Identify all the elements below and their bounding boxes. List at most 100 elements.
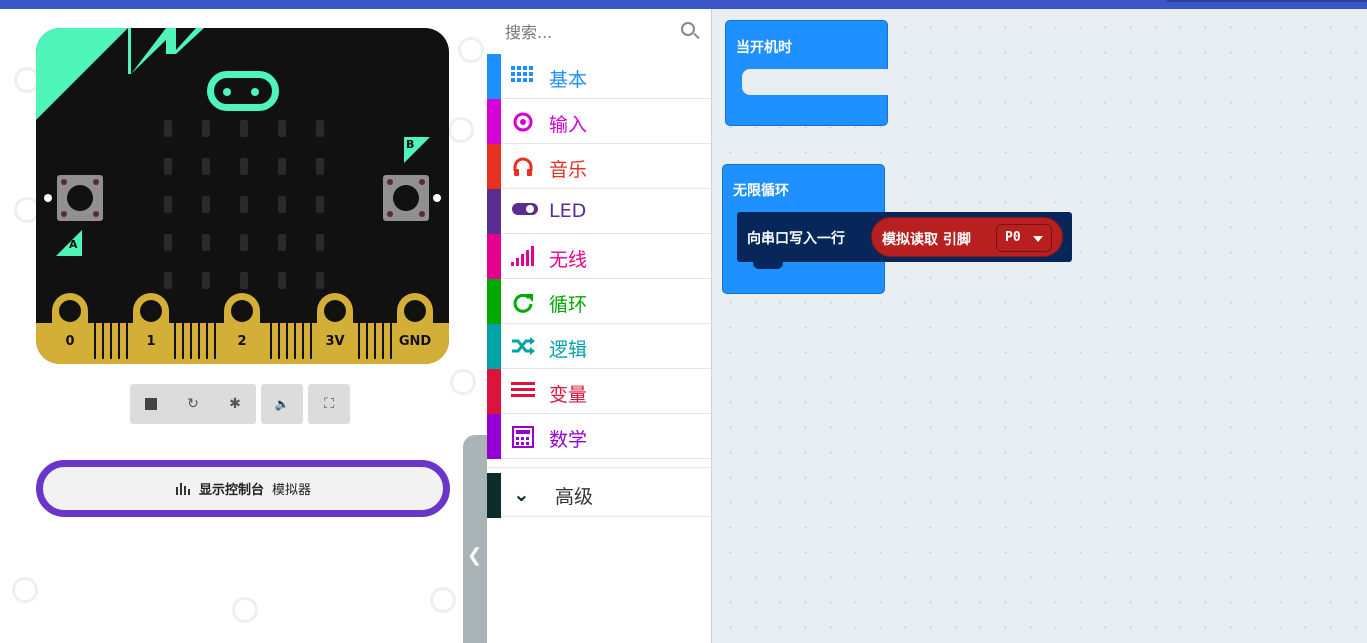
connector-finger — [374, 323, 376, 359]
pin-dropdown[interactable]: P0 — [996, 224, 1052, 252]
toolbox-advanced[interactable]: ⌄ 高级 — [487, 467, 711, 518]
category-label: 无线 — [549, 249, 588, 271]
led-pixel[interactable] — [316, 158, 324, 175]
led-pixel[interactable] — [278, 120, 286, 137]
connector-finger — [310, 323, 312, 359]
category-color-bar — [487, 54, 501, 99]
mute-button[interactable]: 🔈 — [261, 384, 303, 424]
fullscreen-group: ⛶ — [308, 384, 350, 424]
pin-label: 2 — [237, 334, 247, 349]
connector-finger — [294, 323, 296, 359]
connector-finger — [286, 323, 288, 359]
button-a[interactable] — [57, 175, 103, 221]
category-color-bar — [487, 99, 501, 144]
category-label: 变量 — [549, 384, 588, 406]
category-label: LED — [549, 200, 587, 222]
edge-dot — [44, 194, 52, 202]
led-pixel[interactable] — [202, 272, 210, 289]
fullscreen-button[interactable]: ⛶ — [308, 384, 350, 424]
toolbox-category-3[interactable]: 音乐 — [487, 144, 711, 189]
fullscreen-icon: ⛶ — [324, 396, 334, 412]
top-bar-accent — [1167, 0, 1367, 2]
connector-finger — [118, 323, 120, 359]
simulator-pane: A B 0 1 2 3V GND ↻ ✱ 🔈 ⛶ 显示控制台 模拟器 — [0, 9, 487, 643]
led-pixel[interactable] — [278, 196, 286, 213]
toolbox-category-5[interactable]: 无线 — [487, 234, 711, 279]
show-console-button[interactable]: 显示控制台 模拟器 — [36, 460, 450, 517]
connector-finger — [214, 323, 216, 359]
led-pixel[interactable] — [316, 120, 324, 137]
stop-icon — [145, 398, 157, 410]
grid-icon — [511, 66, 535, 88]
led-pixel[interactable] — [316, 196, 324, 213]
led-pixel[interactable] — [164, 234, 172, 251]
category-label: 逻辑 — [549, 339, 588, 361]
calculator-icon — [511, 426, 535, 448]
category-label: 输入 — [549, 114, 588, 136]
led-pixel[interactable] — [240, 120, 248, 137]
led-pixel[interactable] — [316, 234, 324, 251]
toolbox-category-8[interactable]: 变量 — [487, 369, 711, 414]
board-corner-teeth — [128, 28, 204, 74]
debug-button[interactable]: ✱ — [214, 384, 256, 424]
simulator-toolbar: ↻ ✱ 🔈 ⛶ — [130, 384, 350, 424]
connector-finger — [382, 323, 384, 359]
category-color-bar — [487, 369, 501, 414]
led-pixel[interactable] — [278, 158, 286, 175]
led-pixel[interactable] — [202, 196, 210, 213]
led-pixel[interactable] — [316, 272, 324, 289]
led-pixel[interactable] — [164, 158, 172, 175]
led-pixel[interactable] — [164, 196, 172, 213]
search-bar — [487, 9, 711, 54]
lines-icon — [511, 381, 535, 403]
led-pixel[interactable] — [278, 272, 286, 289]
collapse-simulator-button[interactable]: ❮ — [463, 435, 487, 643]
toolbox-category-1[interactable]: 基本 — [487, 54, 711, 99]
led-pixel[interactable] — [202, 234, 210, 251]
toggle-icon — [511, 201, 538, 223]
on-start-block[interactable]: 当开机时 — [725, 20, 890, 126]
pin-label: 1 — [146, 334, 156, 349]
toolbox-category-2[interactable]: 输入 — [487, 99, 711, 144]
caret-down-icon — [1033, 236, 1043, 242]
led-pixel[interactable] — [278, 234, 286, 251]
led-pixel[interactable] — [202, 158, 210, 175]
toolbox-category-7[interactable]: 逻辑 — [487, 324, 711, 369]
connector-finger — [270, 323, 272, 359]
background-decoration — [12, 577, 38, 603]
category-color-bar — [487, 234, 501, 279]
restart-button[interactable]: ↻ — [172, 384, 214, 424]
search-icon[interactable] — [681, 22, 695, 36]
category-label: 音乐 — [549, 159, 588, 181]
stop-button[interactable] — [130, 384, 172, 424]
analog-read-pin-block[interactable]: 模拟读取 引脚 P0 — [871, 217, 1063, 257]
analog-read-label: 模拟读取 引脚 — [882, 232, 971, 248]
search-input[interactable] — [505, 19, 670, 45]
toolbox-category-9[interactable]: 数学 — [487, 414, 711, 459]
restart-icon: ↻ — [187, 396, 199, 412]
connector-finger — [206, 323, 208, 359]
led-pixel[interactable] — [240, 196, 248, 213]
connector-finger — [110, 323, 112, 359]
microbit-logo-icon[interactable] — [207, 71, 279, 111]
toolbox-category-4[interactable]: LED — [487, 189, 711, 234]
led-pixel[interactable] — [164, 120, 172, 137]
edge-dot — [433, 194, 441, 202]
chevron-down-icon: ⌄ — [513, 482, 530, 506]
button-b[interactable] — [383, 175, 429, 221]
led-pixel[interactable] — [240, 234, 248, 251]
led-pixel[interactable] — [164, 272, 172, 289]
toolbox-category-6[interactable]: 循环 — [487, 279, 711, 324]
pin-label: GND — [398, 334, 432, 349]
category-color-bar — [487, 414, 501, 459]
block-notch — [753, 260, 783, 269]
pin-label: 3V — [325, 334, 345, 349]
led-pixel[interactable] — [240, 272, 248, 289]
top-bar — [0, 0, 1367, 9]
button-b-label: B — [406, 138, 415, 151]
statement-socket — [742, 69, 890, 95]
led-pixel[interactable] — [240, 158, 248, 175]
led-pixel[interactable] — [202, 120, 210, 137]
microbit-board[interactable]: A B 0 1 2 3V GND — [36, 28, 449, 364]
bug-icon: ✱ — [229, 396, 241, 412]
